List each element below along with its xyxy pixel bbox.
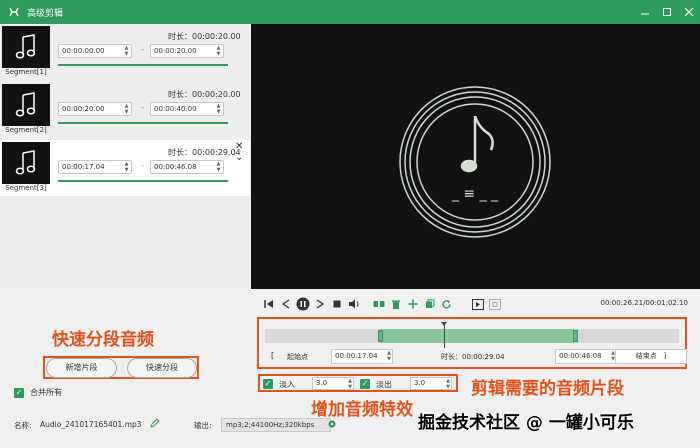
spin-arrows-icon[interactable]: ▲ ▼ — [446, 378, 450, 390]
music-note-icon — [2, 26, 50, 68]
settings-gear-icon[interactable] — [327, 419, 337, 431]
fade-effects: ✓ 淡入 3.0 ▲ ▼ ✓ 淡出 3.0 ▲ ▼ — [258, 374, 458, 392]
selected-range[interactable] — [380, 329, 575, 343]
segment-end-input[interactable]: 00:00:20.00 ▲ ▼ — [150, 44, 224, 58]
spin-arrows-icon[interactable]: ▲ ▼ — [123, 45, 130, 57]
maximize-button[interactable] — [656, 0, 678, 24]
merge-all-checkbox[interactable]: ✓ 合并所有 — [14, 387, 62, 398]
range-dash: - — [141, 161, 144, 170]
playback-time: 00:00:26.21/00:01:02.10 — [600, 299, 689, 307]
segment-end-input[interactable]: 00:00:46.08 ▲ ▼ — [150, 160, 224, 174]
segment-duration: 时长：00:00:20.00 — [168, 90, 241, 99]
fade-out-checkbox[interactable]: ✓ — [360, 379, 370, 389]
segment-progress-bar — [58, 180, 228, 182]
reset-icon[interactable] — [439, 297, 454, 312]
quick-split-button[interactable]: 快速分段 — [127, 358, 197, 378]
step-forward-icon[interactable] — [312, 297, 327, 312]
copy-icon[interactable] — [422, 297, 437, 312]
title-bar: 高级剪辑 — [0, 0, 700, 24]
minimize-button[interactable] — [634, 0, 656, 24]
segment-item[interactable]: Segment[1] 时长：00:00:20.00 00:00:00.00 ▲ ▼ … — [0, 24, 250, 80]
loop-segment-icon[interactable] — [487, 297, 502, 312]
range-dash: - — [141, 45, 144, 54]
fade-in-checkbox[interactable]: ✓ — [263, 379, 273, 389]
name-label: 名称: — [14, 421, 32, 430]
file-name: Audio_241017165401.mp3 — [40, 420, 142, 429]
music-note-icon — [2, 84, 50, 126]
collapse-icon[interactable]: ⌄ — [235, 152, 243, 163]
timeline-fields: [ 起始点 00:00:17.04 ▲ ▼ 时长：00:00:29.04 00:00… — [265, 349, 687, 365]
set-start-bracket-icon[interactable]: [ — [271, 351, 274, 360]
end-point-button[interactable]: 结束点 ] — [615, 349, 687, 364]
segment-item[interactable]: Segment[2] 时长：00:00:20.00 00:00:20.00 ▲ ▼ … — [0, 82, 250, 138]
merge-all-label: 合并所有 — [30, 388, 62, 397]
fade-out-label: 淡出 — [376, 380, 392, 389]
music-note-icon — [460, 115, 494, 173]
new-segment-button[interactable]: 新增片段 — [46, 358, 117, 378]
segment-duration: 时长：00:00:20.00 — [168, 32, 241, 41]
segment-start-input[interactable]: 00:00:17.04 ▲ ▼ — [58, 160, 132, 174]
segment-progress-bar — [58, 122, 228, 124]
timeline-track[interactable] — [265, 329, 679, 343]
start-point-label[interactable]: 起始点 — [287, 352, 308, 362]
split-icon[interactable] — [371, 297, 386, 312]
spin-arrows-icon[interactable]: ▲ ▼ — [215, 161, 222, 173]
player-status: _ ≡ _ _ — [451, 186, 499, 202]
range-dash: - — [141, 103, 144, 112]
close-button[interactable] — [678, 0, 700, 24]
start-handle[interactable] — [378, 330, 383, 342]
spin-arrows-icon[interactable]: ▲ ▼ — [123, 103, 130, 115]
annotation-clip-segment: 剪辑需要的音频片段 — [471, 379, 624, 399]
volume-icon[interactable] — [346, 297, 361, 312]
segment-list: Segment[1] 时长：00:00:20.00 00:00:00.00 ▲ ▼ … — [0, 24, 250, 289]
start-time-input[interactable]: 00:00:17.04 ▲ ▼ — [331, 349, 393, 364]
spin-arrows-icon[interactable]: ▲ ▼ — [123, 161, 130, 173]
output-label: 输出: — [194, 421, 212, 430]
annotation-quick-split: 快速分段音频 — [52, 330, 154, 350]
spin-arrows-icon[interactable]: ▲ ▼ — [215, 45, 222, 57]
output-format-field[interactable]: mp3;2;44100Hz;320kbps — [221, 418, 331, 432]
delete-icon[interactable] — [388, 297, 403, 312]
app-logo-icon — [7, 5, 21, 19]
audio-preview: _ ≡ _ _ — [251, 24, 700, 289]
clip-timeline: [ 起始点 00:00:17.04 ▲ ▼ 时长：00:00:29.04 00:00… — [257, 317, 687, 369]
checkbox-checked-icon[interactable]: ✓ — [14, 387, 24, 398]
segment-label: Segment[1] — [5, 68, 47, 76]
playback-controls: 00:00:26.21/00:01:02.10 — [251, 291, 700, 317]
playhead[interactable] — [441, 322, 447, 348]
segment-start-input[interactable]: 00:00:20.00 ▲ ▼ — [58, 102, 132, 116]
end-handle[interactable] — [573, 330, 578, 342]
segment-label: Segment[3] — [5, 184, 47, 192]
delete-segment-icon[interactable]: ✕ — [235, 141, 243, 152]
pause-button[interactable] — [295, 297, 310, 312]
skip-start-icon[interactable] — [261, 297, 276, 312]
segment-label: Segment[2] — [5, 126, 47, 134]
segment-end-input[interactable]: 00:00:40.00 ▲ ▼ — [150, 102, 224, 116]
preview-segment-icon[interactable] — [470, 297, 485, 312]
music-note-icon — [2, 142, 50, 184]
duration-label: 时长：00:00:29.04 — [441, 353, 505, 361]
spin-arrows-icon[interactable]: ▲ ▼ — [215, 103, 222, 115]
spin-arrows-icon[interactable]: ▲ ▼ — [387, 350, 391, 362]
add-icon[interactable] — [405, 297, 420, 312]
fade-out-input[interactable]: 3.0 ▲ ▼ — [410, 377, 452, 390]
window-title: 高级剪辑 — [27, 8, 64, 19]
fade-in-input[interactable]: 3.0 ▲ ▼ — [312, 377, 354, 390]
step-back-icon[interactable] — [278, 297, 293, 312]
segment-start-input[interactable]: 00:00:00.00 ▲ ▼ — [58, 44, 132, 58]
watermark: 掘金技术社区 @ 一罐小可乐 — [418, 413, 634, 433]
segment-duration: 时长：00:00:29.04 — [168, 148, 241, 157]
segment-progress-bar — [58, 64, 228, 66]
stop-icon[interactable] — [329, 297, 344, 312]
edit-name-icon[interactable] — [150, 418, 160, 430]
spin-arrows-icon[interactable]: ▲ ▼ — [348, 378, 352, 390]
fade-in-label: 淡入 — [279, 380, 295, 389]
segment-item-active[interactable]: Segment[3] 时长：00:00:29.04 00:00:17.04 ▲ ▼ … — [0, 140, 250, 196]
end-time-input[interactable]: 00:00:46.08 ▲ ▼ — [555, 349, 617, 364]
